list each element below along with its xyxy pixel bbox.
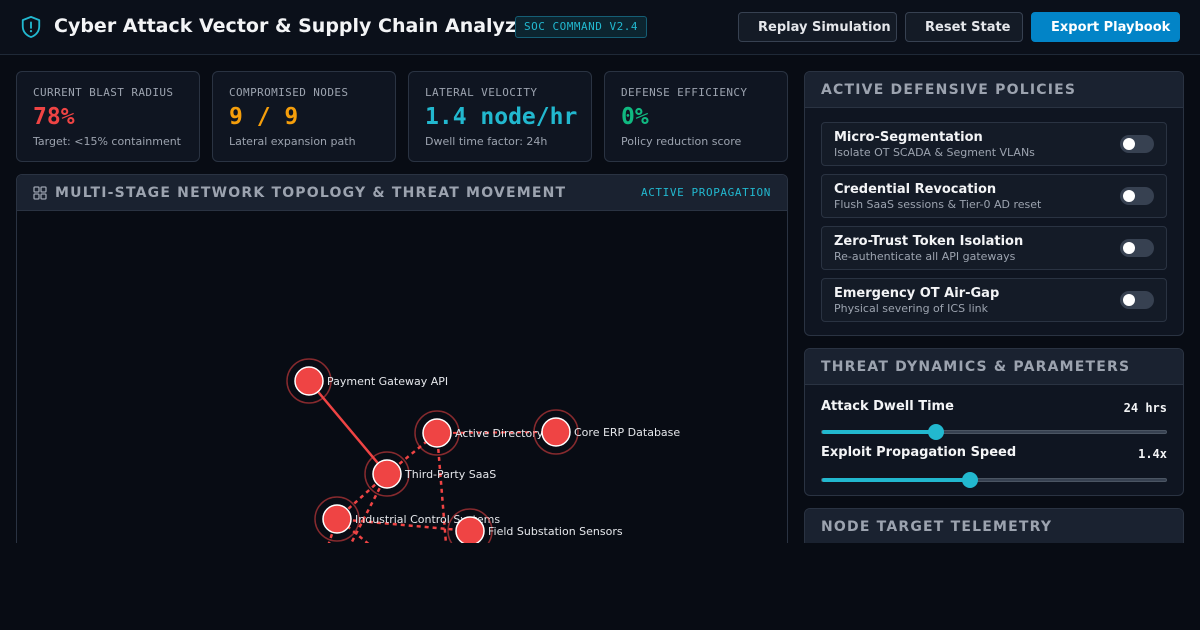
param-value: 24 hrs xyxy=(1123,401,1167,415)
propagation-speed-slider[interactable] xyxy=(821,472,1167,488)
defensive-policies-panel: ACTIVE DEFENSIVE POLICIES Micro-Segmenta… xyxy=(804,71,1184,336)
policy-desc: Physical severing of ICS link xyxy=(834,302,989,315)
telemetry-header: NODE TARGET TELEMETRY xyxy=(805,509,1183,545)
toggle-knob xyxy=(1123,190,1135,202)
param-dwell-time: Attack Dwell Time 24 hrs xyxy=(821,399,1167,415)
policy-toggle[interactable] xyxy=(1120,239,1154,257)
node-label: Active Directory xyxy=(455,427,544,440)
reset-state-label: Reset State xyxy=(925,19,1011,35)
dynamics-header: THREAT DYNAMICS & PARAMETERS xyxy=(805,349,1183,385)
replay-simulation-button[interactable]: Replay Simulation xyxy=(738,12,897,42)
param-label: Exploit Propagation Speed xyxy=(821,445,1017,460)
top-bar: Cyber Attack Vector & Supply Chain Analy… xyxy=(0,0,1200,55)
metric-value: 0% xyxy=(621,104,649,130)
propagation-status: ACTIVE PROPAGATION xyxy=(640,186,771,199)
topology-panel: MULTI-STAGE NETWORK TOPOLOGY & THREAT MO… xyxy=(16,174,788,574)
node-active-directory[interactable]: Active Directory xyxy=(414,410,544,456)
metric-sub: Lateral expansion path xyxy=(229,135,356,148)
metric-sub: Dwell time factor: 24h xyxy=(425,135,548,148)
policy-toggle[interactable] xyxy=(1120,135,1154,153)
grid-icon xyxy=(33,185,47,200)
node-third-party-saas[interactable]: Third-Party SaaS xyxy=(364,451,496,497)
param-label: Attack Dwell Time xyxy=(821,399,954,414)
metric-card-defense-efficiency: DEFENSE EFFICIENCY 0% Policy reduction s… xyxy=(604,71,788,162)
policy-title: Zero-Trust Token Isolation xyxy=(834,234,1024,249)
toggle-knob xyxy=(1123,294,1135,306)
param-value: 1.4x xyxy=(1138,447,1167,461)
version-badge: SOC COMMAND V2.4 xyxy=(515,16,647,38)
slider-thumb[interactable] xyxy=(927,424,944,440)
slider-fill xyxy=(822,430,936,434)
metric-sub: Target: <15% containment xyxy=(33,135,181,148)
metric-label: LATERAL VELOCITY xyxy=(425,86,538,99)
policy-title: Micro-Segmentation xyxy=(834,130,983,145)
policy-toggle[interactable] xyxy=(1120,291,1154,309)
node-core-erp[interactable]: Core ERP Database xyxy=(533,409,680,455)
metric-card-compromised-nodes: COMPROMISED NODES 9 / 9 Lateral expansio… xyxy=(212,71,396,162)
topology-graph[interactable]: Payment Gateway API Active Directory Cor… xyxy=(17,211,787,573)
node-label: Field Substation Sensors xyxy=(488,525,623,538)
metric-label: CURRENT BLAST RADIUS xyxy=(33,86,174,99)
shield-alert-icon xyxy=(21,16,41,38)
slider-thumb[interactable] xyxy=(961,472,978,488)
node-label: Payment Gateway API xyxy=(327,375,448,388)
node-label: Third-Party SaaS xyxy=(404,468,496,481)
metric-value: 9 / 9 xyxy=(229,104,299,130)
viewport-bottom xyxy=(0,543,1200,630)
replay-simulation-label: Replay Simulation xyxy=(758,19,891,35)
edge-ad-field xyxy=(435,432,449,557)
export-playbook-label: Export Playbook xyxy=(1051,19,1171,35)
metric-label: COMPROMISED NODES xyxy=(229,86,349,99)
policy-desc: Flush SaaS sessions & Tier-0 AD reset xyxy=(834,198,1042,211)
topology-title: MULTI-STAGE NETWORK TOPOLOGY & THREAT MO… xyxy=(55,184,567,201)
policy-desc: Re-authenticate all API gateways xyxy=(834,250,1016,263)
dwell-time-slider[interactable] xyxy=(821,424,1167,440)
metric-value: 78% xyxy=(33,104,75,130)
topology-header: MULTI-STAGE NETWORK TOPOLOGY & THREAT MO… xyxy=(17,175,787,211)
policy-ot-air-gap: Emergency OT Air-Gap Physical severing o… xyxy=(821,278,1167,322)
policy-title: Emergency OT Air-Gap xyxy=(834,286,1000,301)
toggle-knob xyxy=(1123,242,1135,254)
app-title: Cyber Attack Vector & Supply Chain Analy… xyxy=(54,15,539,37)
metric-sub: Policy reduction score xyxy=(621,135,742,148)
reset-state-button[interactable]: Reset State xyxy=(905,12,1023,42)
policy-toggle[interactable] xyxy=(1120,187,1154,205)
policy-title: Credential Revocation xyxy=(834,182,997,197)
policy-desc: Isolate OT SCADA & Segment VLANs xyxy=(834,146,1035,159)
toggle-knob xyxy=(1123,138,1135,150)
export-playbook-button[interactable]: Export Playbook xyxy=(1031,12,1180,42)
policy-micro-segmentation: Micro-Segmentation Isolate OT SCADA & Se… xyxy=(821,122,1167,166)
node-payment-gateway[interactable]: Payment Gateway API xyxy=(286,358,448,404)
policy-zero-trust-token: Zero-Trust Token Isolation Re-authentica… xyxy=(821,226,1167,270)
policy-credential-revocation: Credential Revocation Flush SaaS session… xyxy=(821,174,1167,218)
metric-value: 1.4 node/hr xyxy=(425,104,578,130)
node-label: Core ERP Database xyxy=(574,426,680,439)
policies-header: ACTIVE DEFENSIVE POLICIES xyxy=(805,72,1183,108)
metric-card-lateral-velocity: LATERAL VELOCITY 1.4 node/hr Dwell time … xyxy=(408,71,592,162)
metric-label: DEFENSE EFFICIENCY xyxy=(621,86,748,99)
edge-payment-saas xyxy=(308,380,388,475)
metric-card-blast-radius: CURRENT BLAST RADIUS 78% Target: <15% co… xyxy=(16,71,200,162)
param-propagation-speed: Exploit Propagation Speed 1.4x xyxy=(821,445,1167,461)
threat-dynamics-panel: THREAT DYNAMICS & PARAMETERS Attack Dwel… xyxy=(804,348,1184,496)
slider-fill xyxy=(822,478,970,482)
